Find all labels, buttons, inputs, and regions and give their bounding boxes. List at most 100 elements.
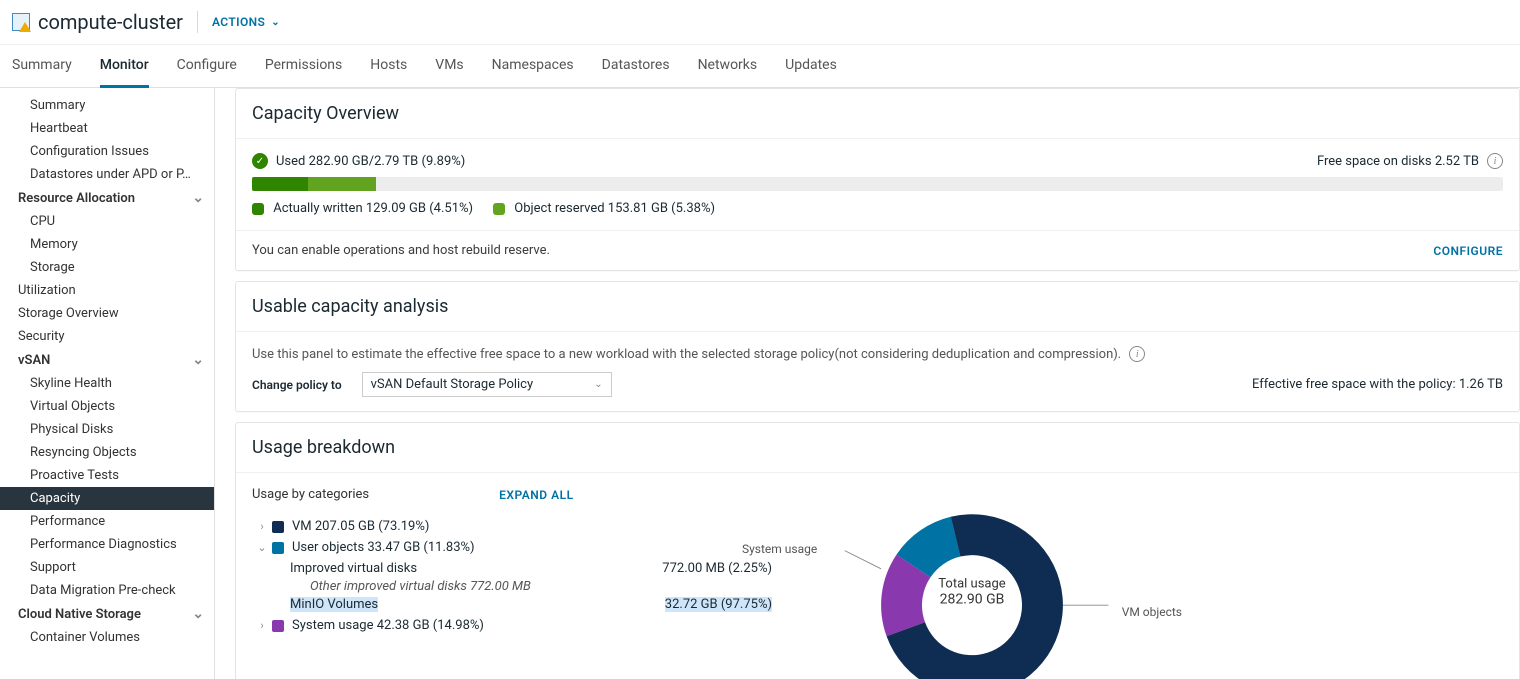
child-value: 32.72 GB (97.75%) xyxy=(665,597,772,612)
policy-value: vSAN Default Storage Policy xyxy=(371,377,534,392)
sidebar-item-physical-disks[interactable]: Physical Disks xyxy=(0,418,214,441)
actions-menu-button[interactable]: ACTIONS ⌄ xyxy=(212,15,280,29)
free-space-label: Free space on disks 2.52 TB xyxy=(1317,154,1479,169)
sidebar-item-support[interactable]: Support xyxy=(0,556,214,579)
main-tabs: Summary Monitor Configure Permissions Hosts V… xyxy=(0,45,1520,88)
legend-reserved: Object reserved 153.81 GB (5.38%) xyxy=(493,201,715,216)
legend-written-swatch xyxy=(252,203,264,215)
tree-toggle-icon[interactable]: ⌄ xyxy=(252,541,272,554)
chevron-down-icon: ⌄ xyxy=(594,379,602,390)
tab-updates[interactable]: Updates xyxy=(785,45,837,87)
sidebar-item-utilization[interactable]: Utilization xyxy=(0,279,214,302)
donut-center-value: 282.90 GB xyxy=(938,592,1005,608)
tab-datastores[interactable]: Datastores xyxy=(602,45,670,87)
tree-child: MinIO Volumes 32.72 GB (97.75%) xyxy=(252,594,772,615)
donut-callout-system: System usage xyxy=(742,542,817,556)
tab-configure[interactable]: Configure xyxy=(177,45,237,87)
sidebar-item-datastores-under-apd-or-p-[interactable]: Datastores under APD or P… xyxy=(0,163,214,186)
page-title: compute-cluster xyxy=(38,10,183,34)
policy-select[interactable]: vSAN Default Storage Policy ⌄ xyxy=(362,372,612,397)
sidebar-item-skyline-health[interactable]: Skyline Health xyxy=(0,372,214,395)
tab-vms[interactable]: VMs xyxy=(435,45,463,87)
capacity-bar-reserved xyxy=(308,177,375,191)
divider xyxy=(197,11,198,33)
capacity-title: Capacity Overview xyxy=(236,89,1519,139)
category-label: System usage 42.38 GB (14.98%) xyxy=(292,618,484,633)
capacity-bar xyxy=(252,177,1503,191)
donut-center: Total usage 282.90 GB xyxy=(938,577,1005,608)
sidebar-item-performance[interactable]: Performance xyxy=(0,510,214,533)
sidebar-item-security[interactable]: Security xyxy=(0,325,214,348)
sidebar-item-data-migration-pre-check[interactable]: Data Migration Pre-check xyxy=(0,579,214,602)
breakdown-title: Usage breakdown xyxy=(236,423,1519,473)
sidebar-item-cloud-native-storage[interactable]: Cloud Native Storage xyxy=(0,602,214,626)
legend-reserved-label: Object reserved 153.81 GB (5.38%) xyxy=(514,201,715,216)
configure-link[interactable]: CONFIGURE xyxy=(1433,244,1503,258)
legend-written-label: Actually written 129.09 GB (4.51%) xyxy=(273,201,473,216)
donut-center-title: Total usage xyxy=(938,577,1005,592)
sidebar-item-resource-allocation[interactable]: Resource Allocation xyxy=(0,186,214,210)
tab-networks[interactable]: Networks xyxy=(698,45,758,87)
tree-category[interactable]: ⌄ User objects 33.47 GB (11.83%) xyxy=(252,537,772,558)
legend-reserved-swatch xyxy=(493,203,505,215)
sidebar-item-summary[interactable]: Summary xyxy=(0,94,214,117)
used-label: Used 282.90 GB/2.79 TB (9.89%) xyxy=(276,154,465,169)
info-icon[interactable]: i xyxy=(1129,346,1145,362)
sidebar-item-capacity[interactable]: Capacity xyxy=(0,487,214,510)
tree-child: Improved virtual disks772.00 MB (2.25%) xyxy=(252,558,772,579)
tab-hosts[interactable]: Hosts xyxy=(370,45,407,87)
usable-desc: Use this panel to estimate the effective… xyxy=(252,347,1121,362)
category-label: VM 207.05 GB (73.19%) xyxy=(292,519,429,534)
actions-label: ACTIONS xyxy=(212,15,265,29)
sidebar-item-memory[interactable]: Memory xyxy=(0,233,214,256)
usage-tree: Usage by categories EXPAND ALL › VM 207.… xyxy=(252,487,772,636)
expand-all-link[interactable]: EXPAND ALL xyxy=(499,488,573,502)
category-swatch xyxy=(272,542,284,554)
category-label: User objects 33.47 GB (11.83%) xyxy=(292,540,475,555)
sidebar-item-proactive-tests[interactable]: Proactive Tests xyxy=(0,464,214,487)
info-icon[interactable]: i xyxy=(1487,153,1503,169)
main-content: Capacity Overview ✓ Used 282.90 GB/2.79 … xyxy=(215,88,1520,679)
effective-free-space: Effective free space with the policy: 1.… xyxy=(1252,377,1503,392)
sidebar-item-configuration-issues[interactable]: Configuration Issues xyxy=(0,140,214,163)
tab-monitor[interactable]: Monitor xyxy=(100,45,149,88)
usable-capacity-card: Usable capacity analysis Use this panel … xyxy=(235,281,1520,412)
chevron-down-icon: ⌄ xyxy=(271,17,280,28)
tree-toggle-icon[interactable]: › xyxy=(252,520,272,533)
tab-permissions[interactable]: Permissions xyxy=(265,45,342,87)
category-swatch xyxy=(272,521,284,533)
capacity-bar-written xyxy=(252,177,308,191)
tree-child: Other improved virtual disks 772.00 MB xyxy=(252,579,772,594)
capacity-foot-text: You can enable operations and host rebui… xyxy=(252,243,550,258)
policy-label: Change policy to xyxy=(252,378,342,392)
tree-category[interactable]: › VM 207.05 GB (73.19%) xyxy=(252,516,772,537)
child-label: MinIO Volumes xyxy=(290,597,378,612)
donut-callout-vm: VM objects xyxy=(1122,605,1182,619)
sidebar-item-performance-diagnostics[interactable]: Performance Diagnostics xyxy=(0,533,214,556)
tree-category[interactable]: › System usage 42.38 GB (14.98%) xyxy=(252,615,772,636)
sidebar-item-container-volumes[interactable]: Container Volumes xyxy=(0,626,214,649)
category-swatch xyxy=(272,620,284,632)
cluster-icon xyxy=(12,13,30,31)
legend-written: Actually written 129.09 GB (4.51%) xyxy=(252,201,473,216)
usable-title: Usable capacity analysis xyxy=(236,282,1519,332)
usage-donut-chart: Total usage 282.90 GB System usage VM ob… xyxy=(812,487,1132,679)
sidebar-item-virtual-objects[interactable]: Virtual Objects xyxy=(0,395,214,418)
sidebar-nav: SummaryHeartbeatConfiguration IssuesData… xyxy=(0,88,215,679)
sidebar-item-resyncing-objects[interactable]: Resyncing Objects xyxy=(0,441,214,464)
sidebar-item-cpu[interactable]: CPU xyxy=(0,210,214,233)
sidebar-item-storage[interactable]: Storage xyxy=(0,256,214,279)
capacity-overview-card: Capacity Overview ✓ Used 282.90 GB/2.79 … xyxy=(235,88,1520,271)
sidebar-item-vsan[interactable]: vSAN xyxy=(0,348,214,372)
child-label: Improved virtual disks xyxy=(290,561,417,576)
header-bar: compute-cluster ACTIONS ⌄ xyxy=(0,0,1520,45)
status-ok-icon: ✓ xyxy=(252,153,268,169)
usage-breakdown-card: Usage breakdown Usage by categories EXPA… xyxy=(235,422,1520,679)
sidebar-item-heartbeat[interactable]: Heartbeat xyxy=(0,117,214,140)
tab-summary[interactable]: Summary xyxy=(12,45,72,87)
tree-toggle-icon[interactable]: › xyxy=(252,619,272,632)
usage-subtitle: Usage by categories xyxy=(252,487,369,502)
tab-namespaces[interactable]: Namespaces xyxy=(492,45,574,87)
content-layout: SummaryHeartbeatConfiguration IssuesData… xyxy=(0,88,1520,679)
sidebar-item-storage-overview[interactable]: Storage Overview xyxy=(0,302,214,325)
